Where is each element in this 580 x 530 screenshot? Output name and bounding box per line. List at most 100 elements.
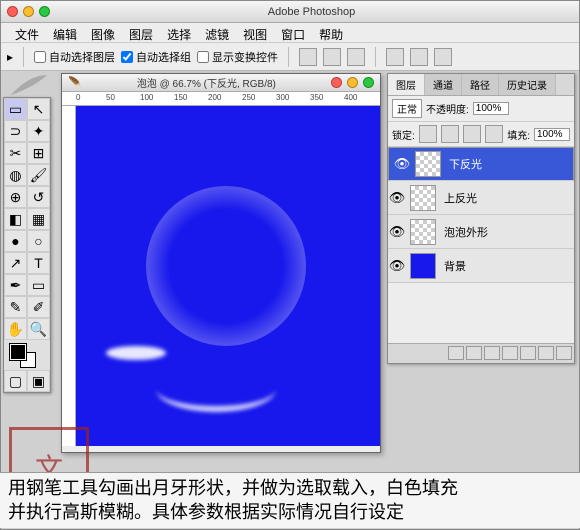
tab-channels[interactable]: 通道 bbox=[425, 74, 462, 95]
zoom-icon[interactable] bbox=[39, 6, 50, 17]
heal-tool[interactable]: ◍ bbox=[4, 164, 27, 186]
stamp-tool[interactable]: ⊕ bbox=[4, 186, 27, 208]
pen-tool[interactable]: ✒ bbox=[4, 274, 27, 296]
eraser-tool[interactable]: ◧ bbox=[4, 208, 27, 230]
brush-tool[interactable]: 🖌 bbox=[27, 164, 50, 186]
menu-file[interactable]: 文件 bbox=[9, 25, 45, 40]
visibility-icon[interactable]: 👁 bbox=[388, 224, 406, 240]
folder-icon[interactable] bbox=[520, 346, 536, 360]
layer-thumb bbox=[415, 151, 441, 177]
visibility-icon[interactable]: 👁 bbox=[388, 190, 406, 206]
quickmask-icon[interactable]: ▢ bbox=[4, 370, 27, 392]
menu-help[interactable]: 帮助 bbox=[313, 25, 349, 40]
tab-layers[interactable]: 图层 bbox=[388, 74, 425, 95]
doc-icon: 🪶 bbox=[68, 76, 82, 89]
new-layer-icon[interactable] bbox=[538, 346, 554, 360]
fx-icon[interactable] bbox=[466, 346, 482, 360]
trash-icon[interactable] bbox=[556, 346, 572, 360]
crop-tool[interactable]: ✂ bbox=[4, 142, 27, 164]
wand-tool[interactable]: ✦ bbox=[27, 120, 50, 142]
layer-name: 上反光 bbox=[440, 190, 477, 206]
fill-field[interactable]: 100% bbox=[534, 128, 570, 141]
layer-name: 背景 bbox=[440, 258, 466, 274]
adjust-icon[interactable] bbox=[502, 346, 518, 360]
lasso-tool[interactable]: ⊃ bbox=[4, 120, 27, 142]
menu-view[interactable]: 视图 bbox=[237, 25, 273, 40]
menu-filter[interactable]: 滤镜 bbox=[199, 25, 235, 40]
notes-tool[interactable]: ✎ bbox=[4, 296, 27, 318]
main-titlebar: Adobe Photoshop bbox=[1, 1, 579, 23]
doc-title: 泡泡 @ 66.7% (下反光, RGB/8) bbox=[82, 75, 331, 90]
lock-pos-icon[interactable] bbox=[463, 125, 481, 143]
align-icon[interactable] bbox=[323, 48, 341, 66]
blur-tool[interactable]: ● bbox=[4, 230, 27, 252]
color-swatch[interactable] bbox=[4, 340, 50, 370]
move-tool[interactable]: ↖ bbox=[27, 98, 50, 120]
dodge-tool[interactable]: ○ bbox=[27, 230, 50, 252]
screenmode-icon[interactable]: ▣ bbox=[27, 370, 50, 392]
window-controls bbox=[7, 6, 50, 17]
blend-mode-select[interactable]: 正常 bbox=[392, 99, 422, 118]
doc-close-icon[interactable] bbox=[331, 77, 342, 88]
menu-edit[interactable]: 编辑 bbox=[47, 25, 83, 40]
history-brush-tool[interactable]: ↺ bbox=[27, 186, 50, 208]
link-icon[interactable] bbox=[448, 346, 464, 360]
auto-select-layer-checkbox[interactable]: 自动选择图层 bbox=[34, 49, 115, 65]
layer-name: 下反光 bbox=[445, 156, 482, 172]
layer-name: 泡泡外形 bbox=[440, 224, 488, 240]
hand-tool[interactable]: ✋ bbox=[4, 318, 27, 340]
mask-icon[interactable] bbox=[484, 346, 500, 360]
align-icon[interactable] bbox=[299, 48, 317, 66]
toolbox: ▭↖ ⊃✦ ✂⊞ ◍🖌 ⊕↺ ◧▦ ●○ ↗T ✒▭ ✎✐ ✋🔍 ▢▣ bbox=[3, 97, 51, 393]
workspace: ▭↖ ⊃✦ ✂⊞ ◍🖌 ⊕↺ ◧▦ ●○ ↗T ✒▭ ✎✐ ✋🔍 ▢▣ 🪶 泡泡… bbox=[1, 71, 579, 529]
auto-select-group-checkbox[interactable]: 自动选择组 bbox=[121, 49, 191, 65]
close-icon[interactable] bbox=[7, 6, 18, 17]
marquee-tool[interactable]: ▭ bbox=[4, 98, 27, 120]
panel-tabs: 图层 通道 路径 历史记录 bbox=[388, 74, 574, 96]
align-icon[interactable] bbox=[347, 48, 365, 66]
layer-thumb bbox=[410, 185, 436, 211]
gradient-tool[interactable]: ▦ bbox=[27, 208, 50, 230]
visibility-icon[interactable]: 👁 bbox=[388, 258, 406, 274]
opacity-label: 不透明度: bbox=[426, 101, 469, 116]
visibility-icon[interactable]: 👁 bbox=[393, 156, 411, 172]
lock-pixels-icon[interactable] bbox=[441, 125, 459, 143]
opacity-field[interactable]: 100% bbox=[473, 102, 509, 115]
shape-tool[interactable]: ▭ bbox=[27, 274, 50, 296]
show-transform-checkbox[interactable]: 显示变换控件 bbox=[197, 49, 278, 65]
tutorial-caption: 用钢笔工具勾画出月牙形状，并做为选取载入，白色填充 并执行高斯模糊。具体参数根据… bbox=[0, 472, 580, 528]
minimize-icon[interactable] bbox=[23, 6, 34, 17]
distribute-icon[interactable] bbox=[386, 48, 404, 66]
doc-min-icon[interactable] bbox=[347, 77, 358, 88]
distribute-icon[interactable] bbox=[434, 48, 452, 66]
eyedropper-tool[interactable]: ✐ bbox=[27, 296, 50, 318]
menu-image[interactable]: 图像 bbox=[85, 25, 121, 40]
ellipse-highlight bbox=[106, 346, 166, 360]
slice-tool[interactable]: ⊞ bbox=[27, 142, 50, 164]
layer-thumb bbox=[410, 253, 436, 279]
layer-row[interactable]: 👁 上反光 bbox=[388, 181, 574, 215]
v-ruler bbox=[62, 106, 76, 446]
move-tool-icon: ▸ bbox=[7, 50, 13, 64]
canvas[interactable] bbox=[76, 106, 380, 446]
path-tool[interactable]: ↗ bbox=[4, 252, 27, 274]
fill-label: 填充: bbox=[507, 127, 530, 142]
menu-select[interactable]: 选择 bbox=[161, 25, 197, 40]
options-bar: ▸ 自动选择图层 自动选择组 显示变换控件 bbox=[1, 43, 579, 71]
layer-row[interactable]: 👁 背景 bbox=[388, 249, 574, 283]
distribute-icon[interactable] bbox=[410, 48, 428, 66]
tab-paths[interactable]: 路径 bbox=[462, 74, 499, 95]
lock-label: 锁定: bbox=[392, 127, 415, 142]
tab-history[interactable]: 历史记录 bbox=[499, 74, 556, 95]
menu-window[interactable]: 窗口 bbox=[275, 25, 311, 40]
layer-row[interactable]: 👁 下反光 bbox=[388, 147, 574, 181]
zoom-tool[interactable]: 🔍 bbox=[27, 318, 50, 340]
text-tool[interactable]: T bbox=[27, 252, 50, 274]
layers-panel: 图层 通道 路径 历史记录 正常 不透明度: 100% 锁定: 填充: 100%… bbox=[387, 73, 575, 364]
menu-layer[interactable]: 图层 bbox=[123, 25, 159, 40]
fg-color[interactable] bbox=[10, 344, 26, 360]
doc-zoom-icon[interactable] bbox=[363, 77, 374, 88]
lock-trans-icon[interactable] bbox=[419, 125, 437, 143]
layer-row[interactable]: 👁 泡泡外形 bbox=[388, 215, 574, 249]
lock-all-icon[interactable] bbox=[485, 125, 503, 143]
